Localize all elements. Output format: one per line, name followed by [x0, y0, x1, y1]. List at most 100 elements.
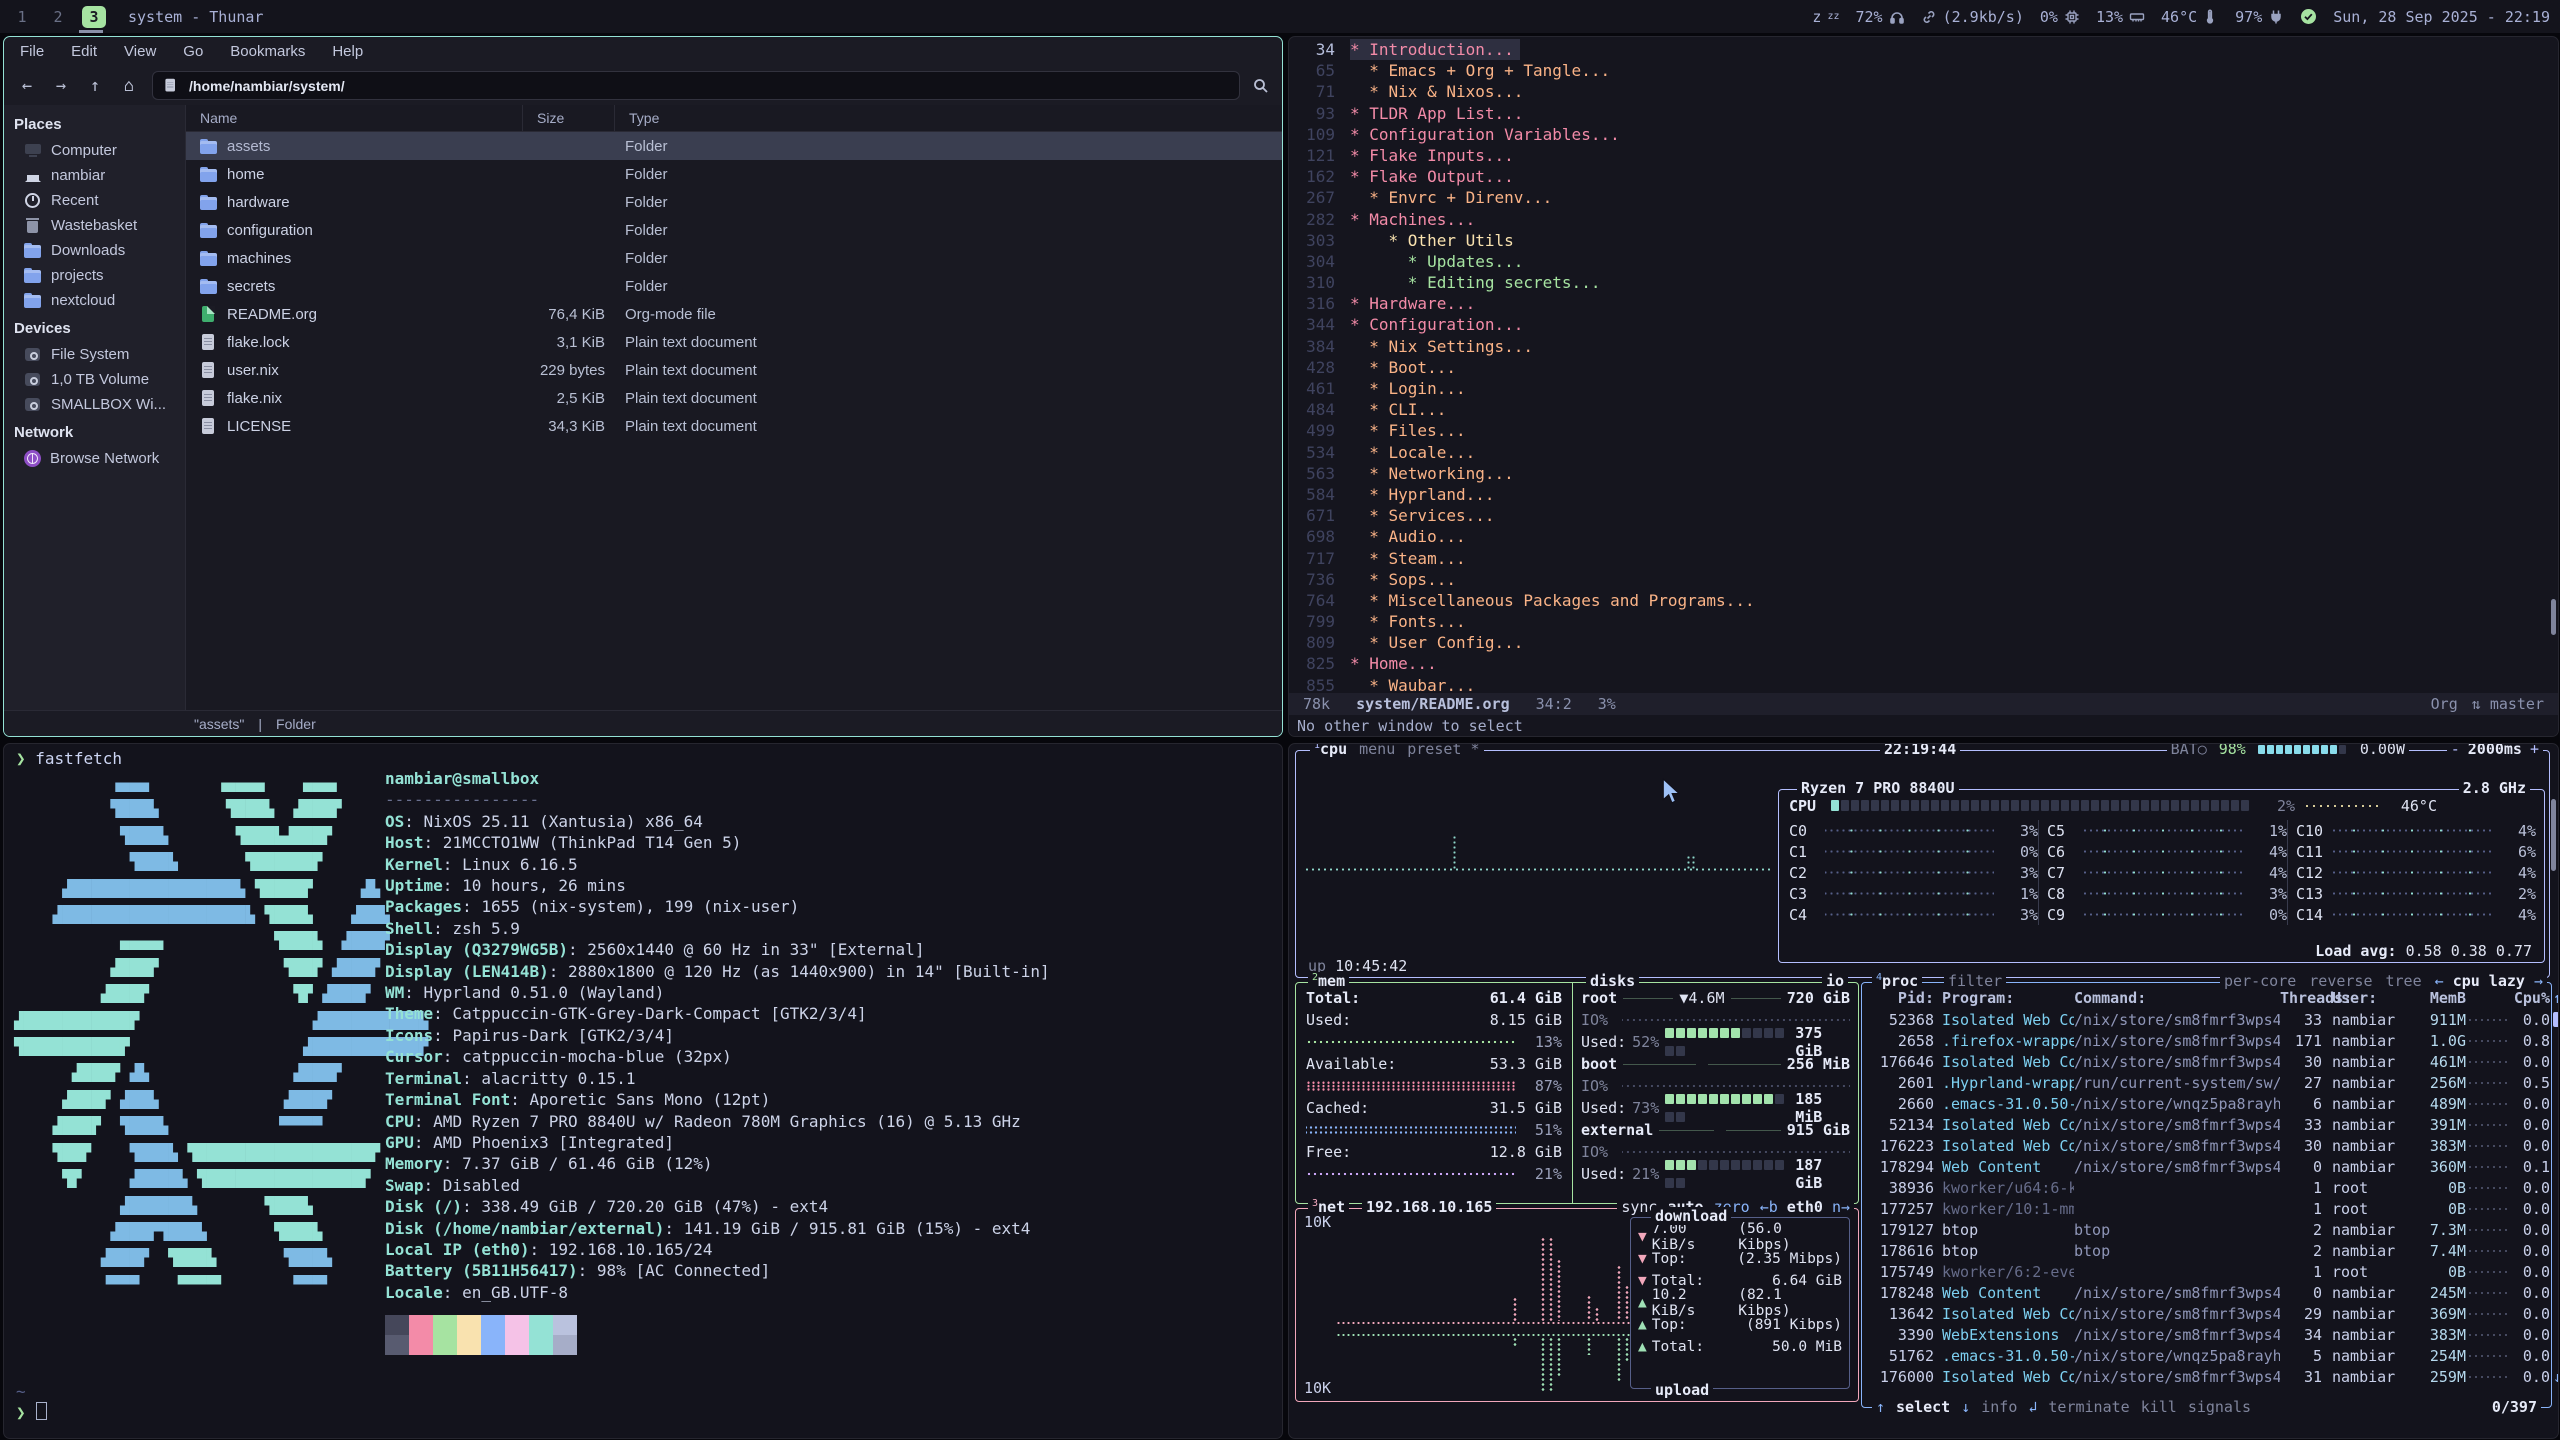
workspace-2[interactable]: 2: [46, 8, 70, 26]
sidebar-item[interactable]: Wastebasket: [4, 213, 185, 238]
sidebar-item[interactable]: nambiar: [4, 163, 185, 188]
sidebar-item[interactable]: Recent: [4, 188, 185, 213]
process-row[interactable]: 176223 Isolated Web Co /nix/store/sm8fmr…: [1870, 1135, 2545, 1156]
header-pid[interactable]: Pid:: [1870, 989, 1934, 1007]
menu-item[interactable]: Help: [332, 43, 363, 60]
workspace-1[interactable]: 1: [10, 8, 34, 26]
info-key: Battery (5B11H56417): [385, 1261, 578, 1280]
logo-line: ▜▛ ▟████▙ ▜████████████████▛: [14, 1166, 428, 1192]
file-row[interactable]: machines Folder: [186, 244, 1282, 272]
logo-line: ▗▄▄▄ ▗▄▄▄▄ ▄▄▄▖: [14, 770, 428, 796]
terminate-button[interactable]: terminate: [2048, 1398, 2129, 1416]
process-row[interactable]: 176646 Isolated Web Co /nix/store/sm8fmr…: [1870, 1051, 2545, 1072]
process-row[interactable]: 52134 Isolated Web Co /nix/store/sm8fmrf…: [1870, 1114, 2545, 1135]
home-button[interactable]: ⌂: [118, 76, 140, 96]
direction-arrow-icon: ▲: [1638, 1339, 1647, 1355]
sidebar-item[interactable]: 1,0 TB Volume: [4, 367, 185, 392]
mem-total-value: 61.4 GiB: [1490, 989, 1562, 1007]
process-row[interactable]: 178616 btop btop 2 nambiar 7.4M 0.0: [1870, 1240, 2545, 1261]
menu-item[interactable]: Go: [183, 43, 203, 60]
process-row[interactable]: 3390 WebExtensions /nix/store/sm8fmrf3wp…: [1870, 1324, 2545, 1345]
org-outline-line: 584 * Hyprland...: [1289, 484, 2558, 505]
up-button[interactable]: ↑: [84, 76, 106, 96]
column-header-name[interactable]: Name: [186, 105, 523, 131]
proc-table-header: Pid: Program: Command: Threads: User: Me…: [1870, 987, 2545, 1008]
sidebar-item[interactable]: Computer: [4, 138, 185, 163]
file-row[interactable]: LICENSE 34,3 KiB Plain text document: [186, 412, 1282, 440]
emacs-scrollbar-thumb[interactable]: [2551, 599, 2556, 635]
kill-button[interactable]: kill: [2141, 1398, 2177, 1416]
process-row[interactable]: 38936 kworker/u64:6-kc 1 root 0B 0.0: [1870, 1177, 2545, 1198]
net-stat-value: (2.35 Mibps): [1737, 1251, 1842, 1267]
process-row[interactable]: 2660 .emacs-31.0.50- /nix/store/wnqz5pa8…: [1870, 1093, 2545, 1114]
info-key: Memory: [385, 1154, 443, 1173]
info-button[interactable]: info: [1981, 1398, 2017, 1416]
workspace-3-active[interactable]: 3: [82, 6, 106, 28]
file-row[interactable]: assets Folder: [186, 132, 1282, 160]
preset-button[interactable]: preset *: [1407, 743, 1479, 758]
sidebar-item[interactable]: projects: [4, 263, 185, 288]
sidebar-item[interactable]: SMALLBOX Wi...: [4, 392, 185, 417]
info-value: AMD Phoenix3 [Integrated]: [433, 1133, 674, 1152]
sidebar-item[interactable]: File System: [4, 342, 185, 367]
palette-swatch: [409, 1315, 433, 1335]
menu-item[interactable]: Edit: [71, 43, 97, 60]
process-cpu: 0.0: [2510, 1179, 2550, 1197]
org-outline-line: 304 * Updates...: [1289, 251, 2558, 272]
process-row[interactable]: 2658 .firefox-wrappe /nix/store/sm8fmrf3…: [1870, 1030, 2545, 1051]
file-row[interactable]: user.nix 229 bytes Plain text document: [186, 356, 1282, 384]
down-arrow-icon[interactable]: ↓: [1961, 1398, 1970, 1416]
file-row[interactable]: configuration Folder: [186, 216, 1282, 244]
sidebar-item-label: nextcloud: [51, 292, 115, 309]
forward-button[interactable]: →: [50, 76, 72, 96]
header-mem[interactable]: MemB: [2410, 989, 2466, 1007]
menu-item[interactable]: View: [124, 43, 156, 60]
header-threads[interactable]: Threads:: [2280, 989, 2322, 1007]
process-row[interactable]: 2601 .Hyprland-wrapp /run/current-system…: [1870, 1072, 2545, 1093]
process-threads: 30: [2280, 1137, 2322, 1155]
column-header-type[interactable]: Type: [615, 105, 1282, 131]
cpu-tab[interactable]: 1cpu: [1314, 743, 1347, 758]
column-header-size[interactable]: Size: [523, 105, 615, 131]
process-row[interactable]: 52368 Isolated Web Co /nix/store/sm8fmrf…: [1870, 1009, 2545, 1030]
menu-button[interactable]: menu: [1359, 743, 1395, 758]
process-mem: 259M: [2410, 1368, 2466, 1386]
search-icon[interactable]: [1252, 77, 1270, 95]
process-row[interactable]: 13642 Isolated Web Co /nix/store/sm8fmrf…: [1870, 1303, 2545, 1324]
process-row[interactable]: 179127 btop btop 2 nambiar 7.3M 0.0: [1870, 1219, 2545, 1240]
process-row[interactable]: 178294 Web Content /nix/store/sm8fmrf3wp…: [1870, 1156, 2545, 1177]
sidebar-item[interactable]: Downloads: [4, 238, 185, 263]
back-button[interactable]: ←: [16, 76, 38, 96]
menu-item[interactable]: File: [20, 43, 44, 60]
menu-item[interactable]: Bookmarks: [230, 43, 305, 60]
file-row[interactable]: flake.lock 3,1 KiB Plain text document: [186, 328, 1282, 356]
process-row[interactable]: 177257 kworker/10:1-mm_ 1 root 0B 0.0: [1870, 1198, 2545, 1219]
header-cpu[interactable]: Cpu%: [2510, 989, 2550, 1007]
file-row[interactable]: home Folder: [186, 160, 1282, 188]
file-row[interactable]: secrets Folder: [186, 272, 1282, 300]
file-row[interactable]: hardware Folder: [186, 188, 1282, 216]
path-bar[interactable]: /home/nambiar/system/: [152, 71, 1240, 100]
up-arrow-icon[interactable]: ↑: [1876, 1398, 1885, 1416]
line-number: 93: [1289, 103, 1335, 124]
process-program: .emacs-31.0.50-: [1934, 1095, 2074, 1113]
btop-scrollbar-thumb[interactable]: [2551, 799, 2556, 871]
process-row[interactable]: 176000 Isolated Web Co /nix/store/sm8fmr…: [1870, 1366, 2545, 1387]
signals-button[interactable]: signals: [2188, 1398, 2251, 1416]
net-interface-switch[interactable]: ←b eth0 n→: [1760, 1198, 1850, 1216]
interval-increase-button[interactable]: +: [2530, 743, 2539, 758]
process-row[interactable]: 51762 .emacs-31.0.50- /nix/store/wnqz5pa…: [1870, 1345, 2545, 1366]
header-program[interactable]: Program:: [1934, 989, 2074, 1007]
sidebar-item[interactable]: Browse Network: [4, 446, 185, 471]
file-row[interactable]: flake.nix 2,5 KiB Plain text document: [186, 384, 1282, 412]
file-row[interactable]: README.org 76,4 KiB Org-mode file: [186, 300, 1282, 328]
interval-decrease-button[interactable]: -: [2451, 743, 2460, 758]
logo-segment: ▟███▛: [14, 1090, 120, 1109]
sidebar-item[interactable]: nextcloud: [4, 288, 185, 313]
header-command[interactable]: Command:: [2074, 989, 2280, 1007]
process-row[interactable]: 175749 kworker/6:2-even 1 root 0B 0.0: [1870, 1261, 2545, 1282]
header-user[interactable]: User:: [2322, 989, 2410, 1007]
process-row[interactable]: 178248 Web Content /nix/store/sm8fmrf3wp…: [1870, 1282, 2545, 1303]
select-button[interactable]: select: [1896, 1398, 1950, 1416]
info-key: Packages: [385, 897, 462, 916]
